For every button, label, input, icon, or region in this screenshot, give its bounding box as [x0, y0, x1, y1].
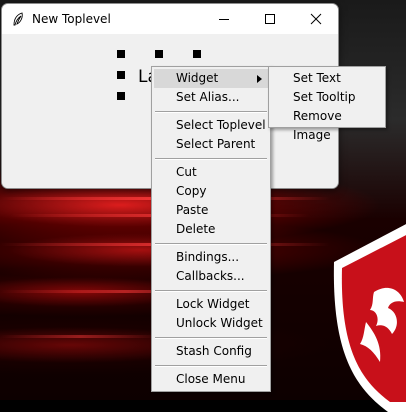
- menu-item-label: Widget: [176, 71, 219, 85]
- menu-item-paste[interactable]: Paste: [154, 201, 268, 220]
- menu-item-label: Select Parent: [176, 137, 256, 151]
- menu-item-label: Bindings...: [176, 250, 240, 264]
- menu-separator: [155, 290, 267, 292]
- window-title: New Toplevel: [32, 12, 111, 26]
- close-button[interactable]: [293, 4, 338, 34]
- wallpaper-streak: [0, 335, 160, 338]
- dragon-shield-logo: [333, 224, 406, 412]
- selection-handle[interactable]: [117, 71, 125, 79]
- menu-item-widget[interactable]: Widget: [154, 69, 268, 88]
- menu-item-label: Set Tooltip: [293, 90, 356, 104]
- menu-item-label: Set Text: [293, 71, 341, 85]
- menu-item-label: Delete: [176, 222, 216, 236]
- close-icon: [310, 13, 322, 25]
- menu-item-select-toplevel[interactable]: Select Toplevel: [154, 116, 268, 135]
- menu-item-label: Select Toplevel: [176, 118, 266, 132]
- menu-item-lock-widget[interactable]: Lock Widget: [154, 295, 268, 314]
- selection-handle[interactable]: [155, 50, 163, 58]
- menu-item-label: Stash Config: [176, 344, 252, 358]
- selection-handle[interactable]: [117, 92, 125, 100]
- minimize-icon: [219, 19, 229, 20]
- title-bar[interactable]: New Toplevel: [2, 4, 338, 34]
- menu-item-copy[interactable]: Copy: [154, 182, 268, 201]
- menu-item-bindings[interactable]: Bindings...: [154, 248, 268, 267]
- menu-item-close-menu[interactable]: Close Menu: [154, 370, 268, 389]
- menu-separator: [155, 337, 267, 339]
- menu-item-cut[interactable]: Cut: [154, 163, 268, 182]
- menu-item-label: Paste: [176, 203, 209, 217]
- maximize-button[interactable]: [247, 4, 293, 34]
- menu-item-callbacks[interactable]: Callbacks...: [154, 267, 268, 286]
- menu-item-unlock-widget[interactable]: Unlock Widget: [154, 314, 268, 333]
- menu-item-remove-image[interactable]: Remove Image: [271, 107, 383, 142]
- menu-item-stash-config[interactable]: Stash Config: [154, 342, 268, 361]
- menu-item-label: Set Alias...: [176, 90, 240, 104]
- feather-icon: [13, 12, 23, 26]
- widget-context-menu: Widget Set Alias... Select Toplevel Sele…: [151, 66, 271, 392]
- menu-item-select-parent[interactable]: Select Parent: [154, 135, 268, 154]
- maximize-icon: [265, 14, 275, 24]
- menu-item-set-text[interactable]: Set Text: [271, 69, 383, 88]
- menu-separator: [155, 243, 267, 245]
- menu-item-set-tooltip[interactable]: Set Tooltip: [271, 88, 383, 107]
- submenu-arrow-icon: [257, 75, 262, 83]
- menu-separator: [155, 111, 267, 113]
- widget-submenu: Set Text Set Tooltip Remove Image: [268, 66, 386, 142]
- menu-item-label: Copy: [176, 184, 207, 198]
- menu-item-set-alias[interactable]: Set Alias...: [154, 88, 268, 107]
- selection-handle[interactable]: [117, 50, 125, 58]
- menu-item-label: Close Menu: [176, 372, 246, 386]
- menu-item-label: Lock Widget: [176, 297, 250, 311]
- menu-item-delete[interactable]: Delete: [154, 220, 268, 239]
- menu-separator: [155, 158, 267, 160]
- selection-handle[interactable]: [193, 50, 201, 58]
- menu-item-label: Cut: [176, 165, 197, 179]
- menu-item-label: Unlock Widget: [176, 316, 263, 330]
- menu-item-label: Callbacks...: [176, 269, 245, 283]
- minimize-button[interactable]: [201, 4, 247, 34]
- menu-separator: [155, 365, 267, 367]
